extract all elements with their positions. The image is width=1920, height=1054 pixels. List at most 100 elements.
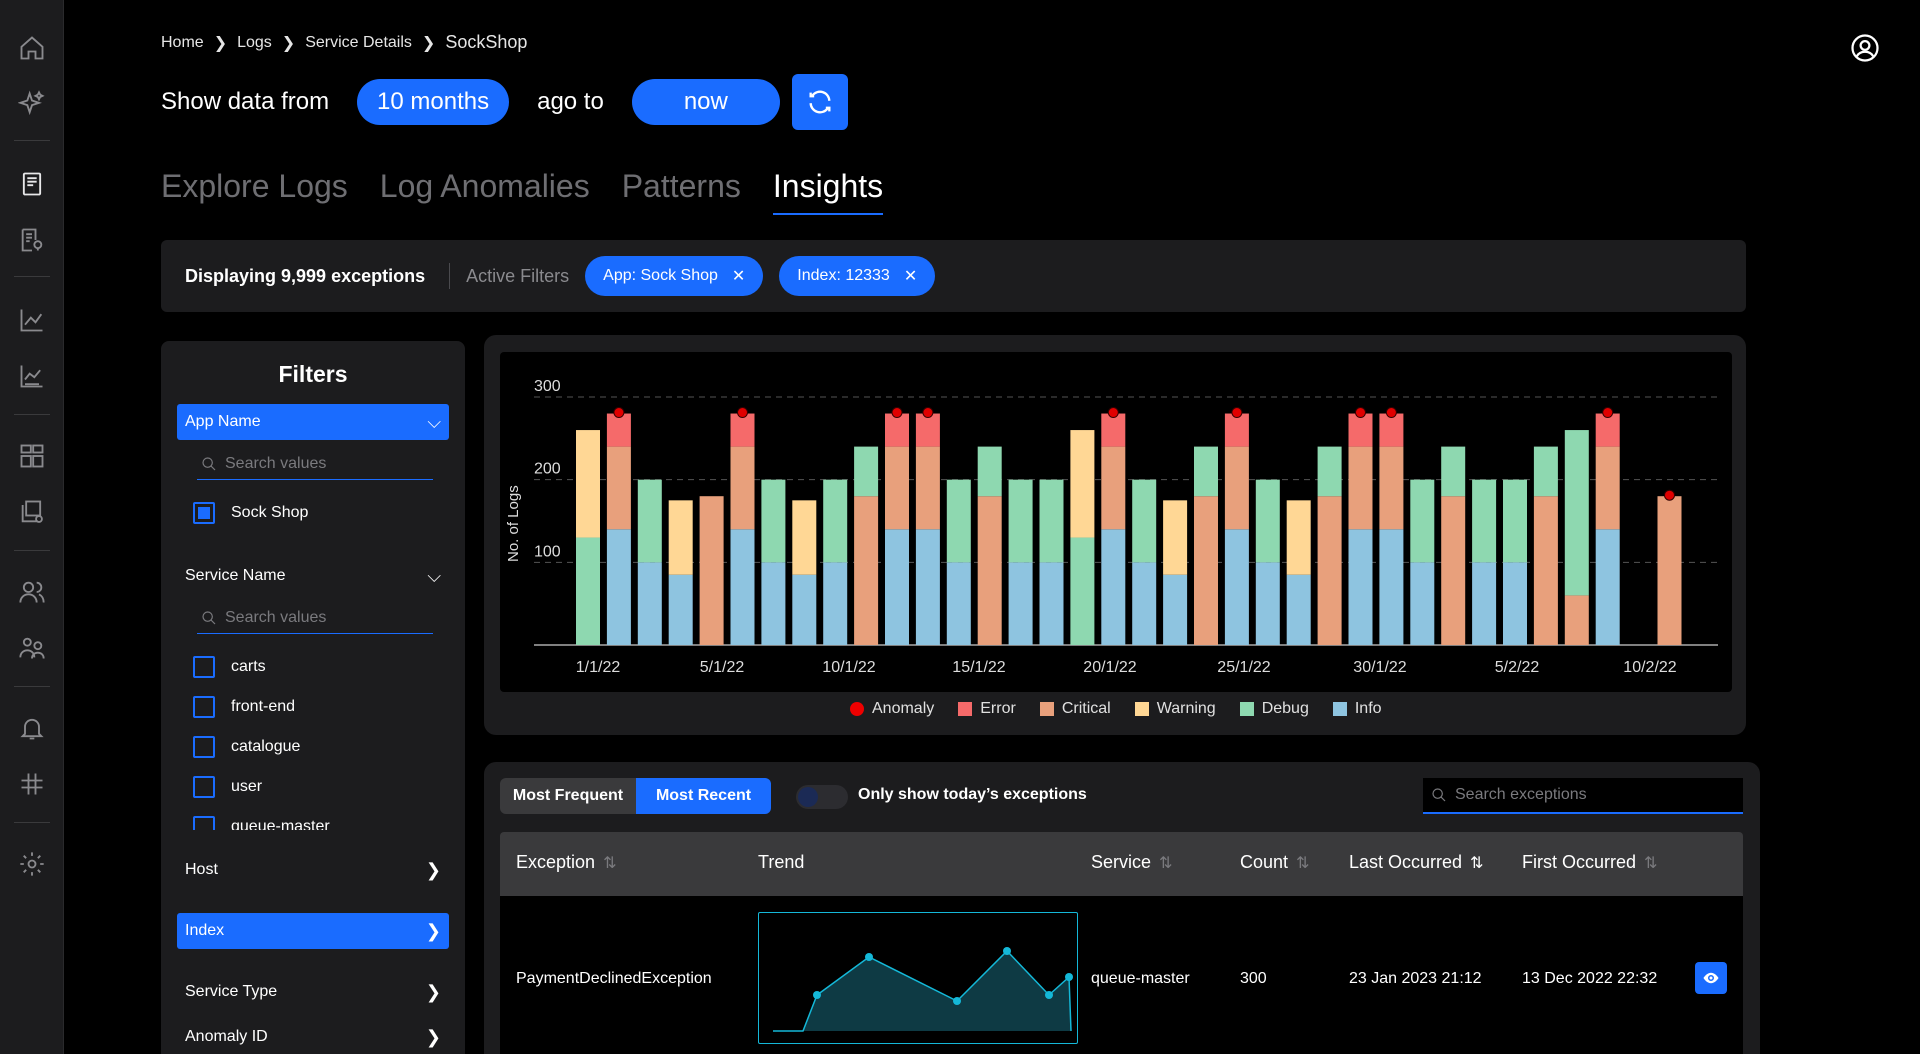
bar-segment-info [606,529,631,645]
bar-segment-info [1472,562,1497,645]
legend-label: Info [1354,700,1382,717]
sort-icon[interactable]: ⇅ [603,853,616,873]
bar-segment-warning [1286,500,1311,575]
bar-segment-debug [1564,430,1589,596]
bar-segment-info [946,562,971,645]
cell-exception: PaymentDeclinedException [516,970,712,987]
legend-anomaly: Anomaly [850,700,934,718]
sparkle-icon[interactable] [16,88,48,120]
bar-segment-info [1595,529,1620,645]
chip-label: App: Sock Shop [603,267,718,284]
close-icon[interactable]: ✕ [904,266,917,286]
checkbox-label: carts [231,658,266,675]
filter-host[interactable]: Host ❯ [177,852,449,888]
home-icon[interactable] [16,32,48,64]
app-search-input[interactable]: Search values [197,448,433,480]
breadcrumb-home[interactable]: Home [161,34,204,52]
divider [449,263,451,289]
checkbox[interactable] [193,776,215,798]
sort-icon[interactable]: ⇅ [1296,853,1309,873]
range-from-button[interactable]: 10 months [357,79,510,125]
chevron-right-icon: ❯ [425,920,441,941]
sparkline-point [813,991,821,999]
search-icon [1432,788,1446,802]
filter-app-name[interactable]: App Name ⌵ [177,404,449,440]
most-frequent-button[interactable]: Most Frequent [500,778,636,814]
header-exception[interactable]: Exception ⇅ [516,852,616,873]
legend-error: Error [958,700,1016,718]
filter-chip-app[interactable]: App: Sock Shop ✕ [585,256,764,296]
metrics-icon[interactable] [16,360,48,392]
sort-icon[interactable]: ⇅ [1470,853,1483,873]
bell-icon[interactable] [16,712,48,744]
hashtag-icon[interactable] [16,768,48,800]
checkbox-front-end[interactable]: front-end [193,696,295,718]
dashboard-icon[interactable] [16,440,48,472]
sparkline-point [953,997,961,1005]
today-only-toggle[interactable] [796,785,848,809]
checkbox-queue-master[interactable]: queue-master [193,816,330,830]
range-to-button[interactable]: now [631,79,780,125]
bar-segment-info [1224,529,1249,645]
legend-swatch [958,702,973,716]
bar-segment-critical [1595,446,1620,530]
line-chart-icon[interactable] [16,304,48,336]
close-icon[interactable]: ✕ [732,266,745,286]
x-tick-label: 20/1/22 [1083,659,1136,676]
checkbox-catalogue[interactable]: catalogue [193,736,300,758]
log-insight-icon[interactable] [16,224,48,256]
view-button[interactable] [1695,962,1727,994]
sort-icon[interactable]: ⇅ [1159,853,1172,873]
chevron-right-icon: ❯ [425,1026,441,1047]
checkbox[interactable] [193,502,215,524]
header-label: Count [1240,852,1289,872]
anomaly-marker [613,407,625,419]
service-settings-icon[interactable] [16,496,48,528]
chevron-right-icon: ❯ [213,34,228,52]
exception-search-input[interactable]: Search exceptions [1423,778,1743,814]
checkbox-sock-shop[interactable]: Sock Shop [193,502,308,524]
checkbox-carts[interactable]: carts [193,656,266,678]
filter-service-type[interactable]: Service Type ❯ [177,974,449,1010]
filter-label: Host [185,861,218,878]
checkbox[interactable] [193,696,215,718]
anomaly-marker [1664,489,1675,501]
filter-anomaly-id[interactable]: Anomaly ID ❯ [177,1019,449,1054]
user-account-icon[interactable] [1850,33,1880,63]
most-recent-button[interactable]: Most Recent [636,778,771,814]
bar-segment-critical [1224,446,1249,530]
tab-explore-logs[interactable]: Explore Logs [161,168,348,215]
filter-service-name[interactable]: Service Name ⌵ [177,558,449,594]
legend-swatch [1239,702,1254,716]
bar-segment-error [915,413,940,447]
filter-chip-index[interactable]: Index: 12333 ✕ [779,256,936,296]
checkbox[interactable] [193,736,215,758]
filter-index[interactable]: Index ❯ [177,913,449,949]
breadcrumb-logs[interactable]: Logs [237,34,272,52]
bar-segment-debug [576,537,600,645]
header-count[interactable]: Count ⇅ [1240,852,1309,873]
cell-last-occurred: 23 Jan 2023 21:12 [1349,970,1482,987]
users-icon[interactable] [16,576,48,608]
refresh-button[interactable] [791,74,848,130]
checkbox-user[interactable]: user [193,776,262,798]
tab-log-anomalies[interactable]: Log Anomalies [380,168,590,215]
header-last-occurred[interactable]: Last Occurred ⇅ [1349,852,1483,873]
team-icon[interactable] [16,632,48,664]
bar-segment-error [1224,413,1249,447]
tab-insights[interactable]: Insights [772,168,884,215]
breadcrumb-service-details[interactable]: Service Details [305,34,412,52]
tab-patterns[interactable]: Patterns [622,168,741,215]
header-first-occurred[interactable]: First Occurred ⇅ [1522,852,1657,873]
bar-segment-debug [1255,479,1280,563]
service-search-input[interactable]: Search values [197,602,433,634]
checkbox[interactable] [193,816,215,830]
checkbox[interactable] [193,656,215,678]
header-service[interactable]: Service ⇅ [1091,852,1172,873]
sort-icon[interactable]: ⇅ [1644,853,1657,873]
gear-icon[interactable] [16,848,48,880]
sparkline-point [1045,991,1053,999]
logs-icon[interactable] [16,168,48,200]
legend-warning: Warning [1134,700,1216,718]
bar-segment-error [1595,413,1620,447]
